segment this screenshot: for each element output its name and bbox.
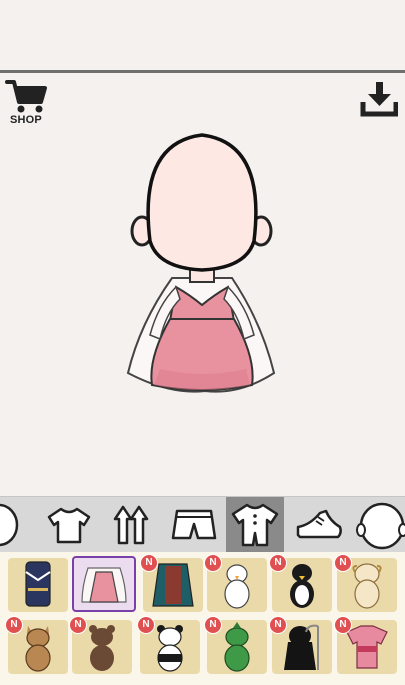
arrows-icon <box>113 505 149 545</box>
outfit-item-pink-dress[interactable] <box>72 556 136 612</box>
new-badge: N <box>204 616 222 634</box>
outfit-item-panda-costume[interactable]: N <box>137 616 200 674</box>
tool-face[interactable] <box>353 497 405 553</box>
outfit-item-navy-hanbok[interactable] <box>8 558 68 612</box>
new-badge: N <box>204 554 222 572</box>
tool-head[interactable] <box>0 497 27 553</box>
new-badge: N <box>334 554 352 572</box>
shoe-icon <box>296 509 342 539</box>
new-badge: N <box>5 616 23 634</box>
outfit-item-reaper-costume[interactable]: N <box>269 616 332 674</box>
new-badge: N <box>269 554 287 572</box>
onesie-icon <box>231 503 279 547</box>
character-stage <box>0 73 405 496</box>
outfit-item-teal-cape[interactable]: N <box>140 554 203 612</box>
tshirt-icon <box>47 507 91 544</box>
new-badge: N <box>269 616 287 634</box>
tool-arrows[interactable] <box>102 497 160 553</box>
new-badge: N <box>137 616 155 634</box>
outfit-item-dinosaur-costume[interactable]: N <box>204 616 267 674</box>
category-toolbar <box>0 496 405 553</box>
tool-onesie[interactable] <box>226 497 284 553</box>
outfit-item-chick-costume[interactable]: N <box>204 554 267 612</box>
outfit-item-bear-costume[interactable]: N <box>69 616 132 674</box>
character-avatar <box>126 133 276 393</box>
face-icon <box>356 502 405 550</box>
tool-tshirt[interactable] <box>40 497 98 553</box>
new-badge: N <box>334 616 352 634</box>
new-badge: N <box>69 616 87 634</box>
outfit-grid: N N N N N N N N N N <box>0 552 405 685</box>
head-icon <box>0 503 19 547</box>
navy-hanbok-icon <box>25 561 51 607</box>
outfit-item-fox-costume[interactable]: N <box>5 616 68 674</box>
outfit-item-sheep-costume[interactable]: N <box>334 554 397 612</box>
tool-shoe[interactable] <box>290 497 348 553</box>
pink-dress-icon <box>81 567 127 603</box>
tool-shorts[interactable] <box>165 497 223 553</box>
shorts-icon <box>171 509 217 540</box>
top-bar <box>0 0 405 70</box>
new-badge: N <box>140 554 158 572</box>
outfit-item-penguin-costume[interactable]: N <box>269 554 332 612</box>
outfit-item-pink-kimono[interactable]: N <box>334 616 397 674</box>
